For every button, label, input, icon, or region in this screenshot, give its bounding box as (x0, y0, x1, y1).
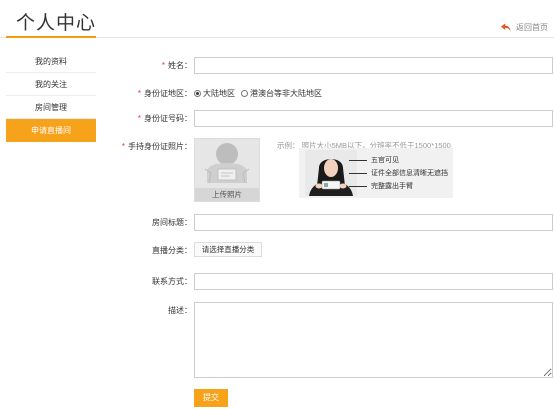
name-input[interactable] (194, 57, 553, 74)
id-number-label: 身份证号码： (144, 114, 192, 123)
region-radio-group: 大陆地区 港澳台等非大陆地区 (194, 88, 322, 99)
back-home-link[interactable]: 返回首页 (501, 22, 548, 33)
id-number-row: * 身份证号码： (100, 110, 554, 127)
contact-row: 联系方式： (100, 273, 554, 290)
page-title: 个人中心 (16, 13, 97, 34)
id-number-input[interactable] (194, 110, 553, 127)
upload-photo-button[interactable]: 上传照片 (194, 138, 260, 202)
description-textarea[interactable] (194, 302, 553, 378)
sidebar-item-my-follows[interactable]: 我的关注 (6, 73, 96, 96)
example-notes: 五官可见 证件全部信息清晰无遮挡 完整露出手臂 (349, 154, 448, 193)
select-category-button[interactable]: 请选择直播分类 (194, 242, 262, 257)
name-row: * 姓名： (100, 57, 554, 74)
contact-input[interactable] (194, 273, 553, 290)
required-mark: * (161, 61, 165, 70)
example-note: 证件全部信息清晰无遮挡 (349, 167, 448, 180)
radio-unselected-icon (241, 90, 248, 97)
category-row: 直播分类： (100, 245, 554, 257)
example-note: 完整露出手臂 (349, 180, 448, 193)
person-id-placeholder-icon (204, 143, 250, 184)
upload-photo-label: 上传照片 (195, 188, 259, 201)
region-row: * 身份证地区： 大陆地区 港澳台等非大陆地区 (100, 88, 554, 100)
id-photo-label: 手持身份证照片： (128, 142, 192, 151)
sidebar-nav: 我的资料 我的关注 房间管理 申请直播间 (6, 50, 96, 142)
name-label: 姓名： (168, 61, 192, 70)
room-title-label: 房间标题： (152, 218, 192, 227)
sidebar-item-my-profile[interactable]: 我的资料 (6, 50, 96, 73)
sidebar-item-room-management[interactable]: 房间管理 (6, 96, 96, 119)
required-mark: * (121, 142, 125, 151)
title-underline (6, 36, 96, 38)
sidebar-item-apply-live-room[interactable]: 申请直播间 (6, 119, 96, 142)
region-option-mainland[interactable]: 大陆地区 (194, 88, 235, 99)
room-title-row: 房间标题： (100, 214, 554, 231)
example-note: 五官可见 (349, 154, 448, 167)
description-label: 描述： (168, 306, 192, 315)
page-header: 个人中心 返回首页 (0, 0, 554, 38)
region-label: 身份证地区： (144, 89, 192, 98)
back-home-label: 返回首页 (516, 23, 548, 32)
photo-example-image: 五官可见 证件全部信息清晰无遮挡 完整露出手臂 (299, 148, 453, 198)
required-mark: * (137, 114, 141, 123)
required-mark: * (137, 89, 141, 98)
radio-selected-icon (194, 90, 201, 97)
contact-label: 联系方式： (152, 277, 192, 286)
back-arrow-icon (501, 23, 511, 32)
room-title-input[interactable] (194, 214, 553, 231)
category-label: 直播分类： (152, 246, 192, 255)
submit-button[interactable]: 提交 (194, 389, 228, 407)
region-option-non-mainland[interactable]: 港澳台等非大陆地区 (241, 88, 322, 99)
